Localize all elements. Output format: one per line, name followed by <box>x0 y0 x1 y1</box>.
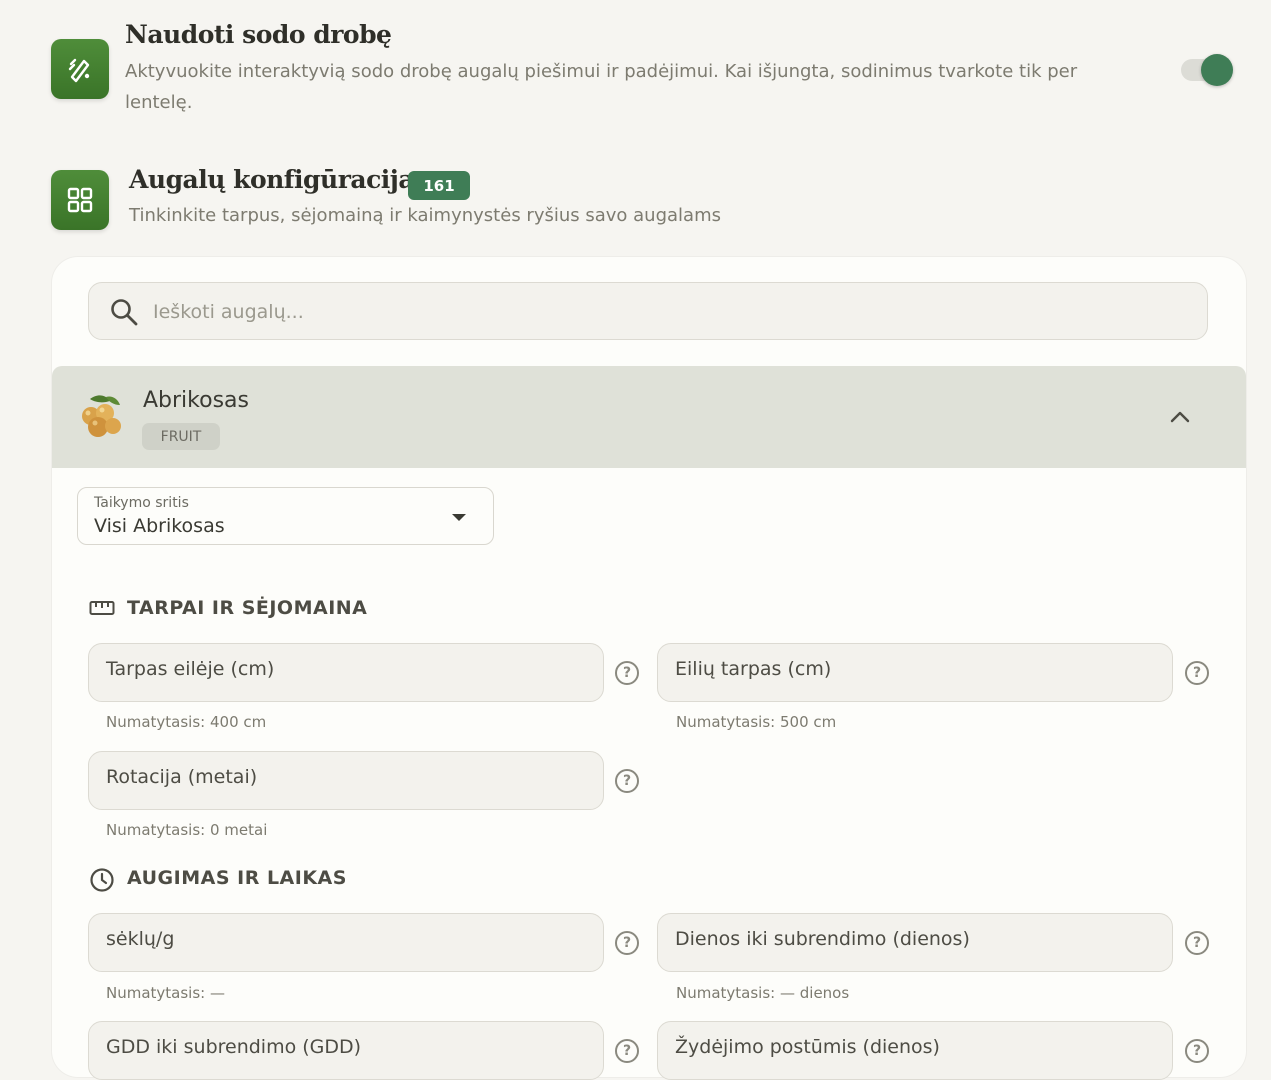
field-label: GDD iki subrendimo (GDD) <box>106 1036 362 1058</box>
plant-count-badge: 161 <box>408 171 470 200</box>
section-title-growth: AUGIMAS IR LAIKAS <box>127 867 347 889</box>
field-hint: Numatytasis: — <box>106 984 225 1002</box>
plant-config-subtitle: Tinkinkite tarpus, sėjomainą ir kaimynys… <box>129 205 721 226</box>
help-icon[interactable]: ? <box>1185 931 1209 955</box>
section-title-spacing: TARPAI IR SĖJOMAINA <box>127 597 368 619</box>
canvas-feature-icon-tile <box>51 39 109 99</box>
help-icon[interactable]: ? <box>615 931 639 955</box>
chevron-up-icon[interactable] <box>1168 407 1192 427</box>
ruler-icon <box>89 601 115 615</box>
field-hint: Numatytasis: 400 cm <box>106 713 267 731</box>
scope-select-value: Visi Abrikosas <box>94 515 225 537</box>
help-icon[interactable]: ? <box>1185 1039 1209 1063</box>
field-label: Eilių tarpas (cm) <box>675 658 832 680</box>
gdd-to-maturity-field[interactable]: GDD iki subrendimo (GDD) <box>88 1021 604 1080</box>
scope-select-label: Taikymo sritis <box>94 495 189 511</box>
help-icon[interactable]: ? <box>615 769 639 793</box>
in-row-spacing-field[interactable]: Tarpas eilėje (cm) <box>88 643 604 702</box>
clock-icon <box>90 868 114 892</box>
field-label: Rotacija (metai) <box>106 766 258 788</box>
caret-down-icon <box>452 514 466 521</box>
flowering-offset-field[interactable]: Žydėjimo postūmis (dienos) <box>657 1021 1173 1080</box>
help-icon[interactable]: ? <box>615 661 639 685</box>
scope-select[interactable]: Taikymo sritis Visi Abrikosas <box>77 487 494 545</box>
canvas-toggle-knob[interactable] <box>1201 54 1233 86</box>
plant-category-chip: FRUIT <box>142 423 220 450</box>
field-hint: Numatytasis: 500 cm <box>676 713 837 731</box>
grid-icon <box>67 187 93 213</box>
canvas-description: Aktyvuokite interaktyvią sodo drobę auga… <box>125 56 1155 118</box>
plant-name: Abrikosas <box>143 388 249 413</box>
search-input[interactable] <box>151 295 1155 329</box>
help-icon[interactable]: ? <box>1185 661 1209 685</box>
apricot-icon <box>82 395 121 437</box>
plant-accordion-header[interactable] <box>52 366 1246 468</box>
days-to-maturity-field[interactable]: Dienos iki subrendimo (dienos) <box>657 913 1173 972</box>
field-label: Žydėjimo postūmis (dienos) <box>675 1036 940 1058</box>
plant-config-title: Augalų konfigūracija <box>129 165 415 194</box>
help-icon[interactable]: ? <box>615 1039 639 1063</box>
canvas-title: Naudoti sodo drobę <box>125 20 392 49</box>
seeds-per-gram-field[interactable]: sėklų/g <box>88 913 604 972</box>
row-spacing-field[interactable]: Eilių tarpas (cm) <box>657 643 1173 702</box>
canvas-description-line: lentelę. <box>125 92 193 113</box>
field-label: Tarpas eilėje (cm) <box>106 658 275 680</box>
field-label: Dienos iki subrendimo (dienos) <box>675 928 970 950</box>
pencil-ruler-icon <box>68 58 90 83</box>
field-hint: Numatytasis: — dienos <box>676 984 850 1002</box>
search-icon <box>111 299 138 326</box>
rotation-field[interactable]: Rotacija (metai) <box>88 751 604 810</box>
search-box[interactable] <box>88 282 1208 340</box>
field-label: sėklų/g <box>106 928 175 950</box>
plant-config-icon-tile <box>51 170 109 230</box>
field-hint: Numatytasis: 0 metai <box>106 821 268 839</box>
canvas-description-line: Aktyvuokite interaktyvią sodo drobę auga… <box>125 61 1078 82</box>
